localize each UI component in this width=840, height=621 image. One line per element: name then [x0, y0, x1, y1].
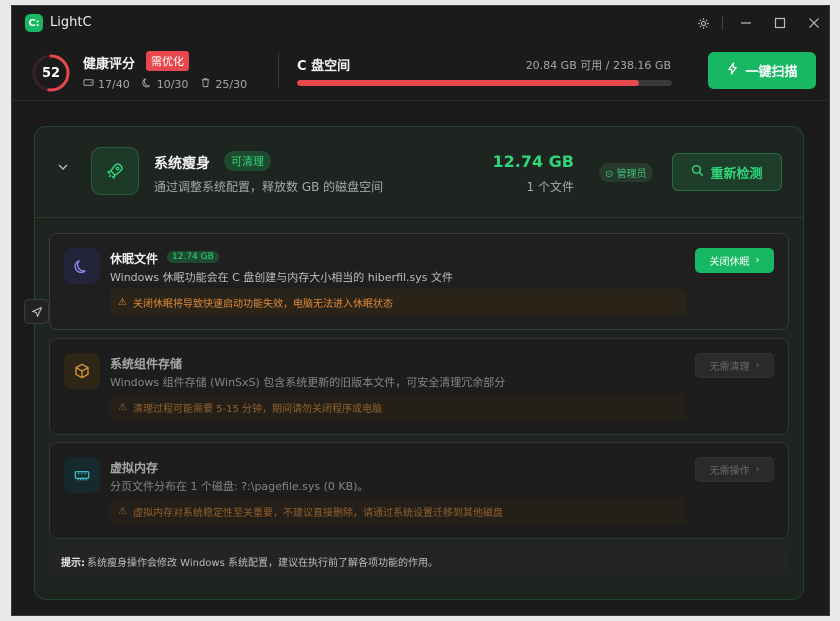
item-size-badge: 12.74 GB [167, 251, 219, 263]
status-header: 52 健康评分 需优化 17/40 10/30 25/30 C 盘空间 20.8… [12, 39, 829, 101]
check-circle-icon: ⊙ [605, 169, 614, 180]
component-store-item: 系统组件存储 Windows 组件存储 (WinSxS) 包含系统更新的旧版本文… [49, 338, 789, 435]
health-stats: 17/40 10/30 25/30 [83, 77, 247, 91]
disable-hibernate-label: 关闭休眠 [709, 257, 750, 268]
moon-icon [64, 248, 100, 284]
health-status-badge: 需优化 [146, 51, 189, 71]
disk-space-info: 20.84 GB 可用 / 238.16 GB [525, 59, 671, 72]
search-icon [691, 164, 704, 181]
section-description: 通过调整系统配置，释放数 GB 的磁盘空间 [154, 180, 384, 194]
disable-hibernate-button[interactable]: 关闭休眠 › [695, 248, 774, 273]
tip-label: 提示: [61, 557, 85, 569]
recheck-label: 重新检测 [710, 166, 763, 182]
system-slim-card: 系统瘦身 可清理 通过调整系统配置，释放数 GB 的磁盘空间 12.74 GB … [34, 126, 804, 600]
no-clean-needed-label: 无需清理 [709, 362, 750, 373]
virtual-memory-item: 虚拟内存 分页文件分布在 1 个磁盘: ?:\pagefile.sys (0 K… [49, 442, 789, 539]
main-content: 系统瘦身 可清理 通过调整系统配置，释放数 GB 的磁盘空间 12.74 GB … [12, 102, 820, 615]
rocket-icon [91, 147, 139, 195]
disk-label: C 盘空间 [297, 59, 351, 74]
section-title: 系统瘦身 [154, 156, 210, 172]
header-separator [278, 53, 279, 87]
quick-scan-button[interactable]: 一键扫描 [708, 52, 816, 89]
no-action-needed-label: 无需操作 [709, 466, 750, 477]
stat-trash-value: 25/30 [215, 77, 248, 91]
warning-icon: ⚠ [118, 401, 127, 413]
item-warning: ⚠ 清理过程可能需要 5-15 分钟，期间请勿关闭程序或电脑 [110, 394, 686, 420]
close-icon[interactable] [806, 15, 822, 31]
disk-usage-fill [297, 80, 640, 86]
tip-bar: 提示: 系统瘦身操作会修改 Windows 系统配置，建议在执行前了解各项功能的… [49, 547, 789, 575]
item-warning-text: 清理过程可能需要 5-15 分钟，期间请勿关闭程序或电脑 [132, 403, 383, 415]
no-action-needed-button[interactable]: 无需操作 › [695, 457, 774, 482]
warning-icon: ⚠ [118, 505, 127, 517]
section-file-count: 1 个文件 [526, 180, 574, 194]
app-logo: C: [25, 14, 43, 32]
chevron-right-icon: › [755, 464, 760, 475]
lightning-icon [726, 62, 739, 79]
package-icon [64, 353, 100, 389]
item-warning: ⚠ 关闭休眠将导致快速启动功能失效，电脑无法进入休眠状态 [110, 289, 686, 315]
chevron-right-icon: › [755, 360, 760, 371]
item-description: Windows 休眠功能会在 C 盘创建与内存大小相当的 hiberfil.sy… [110, 271, 454, 284]
stat-disk-value: 17/40 [98, 77, 130, 91]
section-size: 12.74 GB [492, 152, 574, 171]
recheck-button[interactable]: 重新检测 [672, 153, 782, 191]
gear-icon[interactable] [695, 15, 711, 31]
tip-text: 系统瘦身操作会修改 Windows 系统配置，建议在执行前了解各项功能的作用。 [87, 557, 438, 569]
health-label: 健康评分 [83, 57, 136, 72]
disk-usage-bar [297, 80, 672, 86]
no-clean-needed-button[interactable]: 无需清理 › [695, 353, 774, 378]
chevron-down-icon[interactable] [57, 161, 69, 177]
trash-icon [200, 77, 211, 91]
item-warning-text: 虚拟内存对系统稳定性至关重要，不建议直接删除，请通过系统设置迁移到其他磁盘 [132, 507, 503, 519]
system-slim-header[interactable]: 系统瘦身 可清理 通过调整系统配置，释放数 GB 的磁盘空间 12.74 GB … [35, 127, 803, 218]
item-title: 休眠文件 [110, 252, 159, 266]
stat-sleep-value: 10/30 [156, 77, 189, 91]
app-window: C: LightC 52 健康评分 需优化 17/40 10/30 25/30 … [11, 5, 830, 616]
moon-icon [142, 77, 153, 91]
item-description: 分页文件分布在 1 个磁盘: ?:\pagefile.sys (0 KB)。 [110, 480, 369, 493]
quick-scan-label: 一键扫描 [745, 65, 798, 80]
stat-sleep: 10/30 [142, 77, 189, 91]
admin-label: 管理员 [616, 169, 647, 180]
stat-disk: 17/40 [83, 77, 130, 91]
minimize-icon[interactable] [738, 15, 754, 31]
app-title: LightC [50, 15, 92, 30]
item-warning: ⚠ 虚拟内存对系统稳定性至关重要，不建议直接删除，请通过系统设置迁移到其他磁盘 [110, 498, 686, 524]
titlebar-separator [722, 16, 723, 30]
stat-trash: 25/30 [200, 77, 247, 91]
disk-icon [83, 77, 94, 91]
memory-icon [64, 457, 100, 493]
admin-badge: ⊙ 管理员 [599, 163, 653, 182]
title-bar: C: LightC [12, 6, 829, 39]
cleanable-badge: 可清理 [224, 151, 271, 171]
item-description: Windows 组件存储 (WinSxS) 包含系统更新的旧版本文件，可安全清理… [110, 376, 506, 389]
item-title: 虚拟内存 [110, 461, 159, 475]
health-score-value: 52 [41, 65, 61, 81]
hibernate-item: 休眠文件 12.74 GB Windows 休眠功能会在 C 盘创建与内存大小相… [49, 233, 789, 330]
warning-icon: ⚠ [118, 296, 127, 308]
chevron-right-icon: › [755, 255, 760, 266]
item-title: 系统组件存储 [110, 357, 183, 371]
item-warning-text: 关闭休眠将导致快速启动功能失效，电脑无法进入休眠状态 [132, 298, 393, 310]
maximize-icon[interactable] [772, 15, 788, 31]
navigation-arrow-icon[interactable] [24, 299, 49, 324]
